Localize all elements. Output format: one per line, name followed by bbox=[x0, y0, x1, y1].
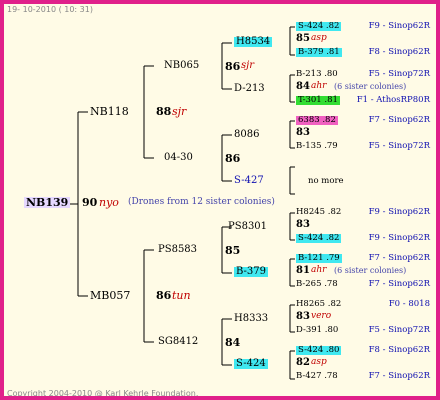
gen2-id-3: SG8412 bbox=[158, 336, 199, 347]
gen4-top-2: 6383 .82 bbox=[296, 115, 338, 125]
root-year: 90 bbox=[82, 196, 98, 209]
gen4-top-0: S-424 .82 bbox=[296, 21, 342, 31]
gen4-top-source-6: F8 - Sinop62R bbox=[368, 345, 430, 355]
gen4-top-source-2: F7 - Sinop62R bbox=[368, 115, 430, 125]
gen2-breed-0: sjr bbox=[241, 60, 255, 71]
gen4-year-1: 84 bbox=[296, 81, 310, 92]
gen4-top-source-5: F0 - 8018 bbox=[388, 299, 430, 309]
gen4-bottom-source-4: F7 - Sinop62R bbox=[368, 279, 430, 289]
gen2-year-3: 84 bbox=[225, 336, 241, 349]
gen3-id-1: D-213 bbox=[234, 83, 265, 94]
gen4-top-source-3: F9 - Sinop62R bbox=[368, 207, 430, 217]
gen4-bottom-5: D-391 .80 bbox=[296, 325, 339, 335]
gen3-id-3: S-427 bbox=[234, 175, 264, 186]
gen4-breed-1: ahr bbox=[311, 81, 327, 91]
gen4-bottom-6: B-427 .78 bbox=[296, 371, 338, 381]
gen3-note-3: no more bbox=[308, 176, 344, 186]
gen4-breed-6: asp bbox=[311, 357, 327, 367]
print-date: 19- 10-2010 ( 10: 31) bbox=[7, 5, 93, 14]
gen4-year-6: 82 bbox=[296, 357, 310, 368]
gen1-breed-1: tun bbox=[172, 289, 191, 302]
pedigree-chart: 19- 10-2010 ( 10: 31) Copyright 2004-201… bbox=[0, 0, 440, 400]
gen2-id-0: NB065 bbox=[164, 60, 200, 71]
gen4-bottom-source-5: F5 - Sinop72R bbox=[368, 325, 430, 335]
copyright-footer: Copyright 2004-2010 @ Karl Kehrle Founda… bbox=[7, 389, 199, 398]
root-note: (Drones from 12 sister colonies) bbox=[128, 197, 275, 207]
gen4-bottom-source-6: F7 - Sinop62R bbox=[368, 371, 430, 381]
gen2-id-1: 04-30 bbox=[164, 152, 193, 163]
gen4-top-6: S-424 .80 bbox=[296, 345, 342, 355]
gen4-top-1: B-213 .80 bbox=[296, 69, 338, 79]
gen4-note-4: (6 sister colonies) bbox=[334, 266, 407, 275]
gen4-bottom-source-1: F1 - AthosRP80R bbox=[356, 95, 430, 105]
gen4-bottom-source-3: F9 - Sinop62R bbox=[368, 233, 430, 243]
gen1-year-1: 86 bbox=[156, 289, 172, 302]
gen4-bottom-1: T-301 .81 bbox=[296, 95, 340, 105]
gen2-id-2: PS8583 bbox=[158, 244, 198, 255]
gen4-year-3: 83 bbox=[296, 219, 310, 230]
gen4-top-3: H8245 .82 bbox=[296, 207, 342, 217]
gen4-top-source-4: F7 - Sinop62R bbox=[368, 253, 430, 263]
gen4-year-4: 81 bbox=[296, 265, 310, 276]
root-id: NB139 bbox=[24, 196, 71, 209]
gen4-bottom-0: B-379 .81 bbox=[296, 47, 342, 57]
gen1-breed-0: sjr bbox=[172, 105, 187, 118]
gen2-year-1: 86 bbox=[225, 152, 241, 165]
gen4-top-source-1: F5 - Sinop72R bbox=[368, 69, 430, 79]
gen2-year-2: 85 bbox=[225, 244, 241, 257]
gen1-id-0: NB118 bbox=[90, 105, 129, 118]
gen1-year-0: 88 bbox=[156, 105, 172, 118]
gen4-top-5: H8265 .82 bbox=[296, 299, 342, 309]
gen4-top-source-0: F9 - Sinop62R bbox=[368, 21, 430, 31]
gen4-bottom-4: B-265 .78 bbox=[296, 279, 338, 289]
gen4-breed-4: ahr bbox=[311, 265, 327, 275]
gen4-bottom-2: B-135 .79 bbox=[296, 141, 338, 151]
gen3-id-7: S-424 bbox=[234, 358, 268, 369]
gen4-year-5: 83 bbox=[296, 311, 310, 322]
root-breed: nyo bbox=[99, 196, 119, 209]
gen2-year-0: 86 bbox=[225, 60, 241, 73]
gen3-id-5: B-379 bbox=[234, 266, 268, 277]
gen4-top-4: B-121 .79 bbox=[296, 253, 342, 263]
gen4-breed-0: asp bbox=[311, 33, 327, 43]
gen3-id-6: H8333 bbox=[234, 313, 269, 324]
gen3-id-4: PS8301 bbox=[228, 221, 268, 232]
gen4-year-2: 83 bbox=[296, 127, 310, 138]
gen4-bottom-3: S-424 .82 bbox=[296, 233, 342, 243]
gen4-note-1: (6 sister colonies) bbox=[334, 82, 407, 91]
gen1-id-1: MB057 bbox=[90, 289, 131, 302]
gen4-bottom-source-0: F8 - Sinop62R bbox=[368, 47, 430, 57]
gen3-id-0: H8534 bbox=[234, 36, 273, 47]
gen4-bottom-source-2: F5 - Sinop72R bbox=[368, 141, 430, 151]
gen3-id-2: 8086 bbox=[234, 129, 260, 140]
gen4-year-0: 85 bbox=[296, 33, 310, 44]
gen4-breed-5: vero bbox=[311, 311, 332, 321]
